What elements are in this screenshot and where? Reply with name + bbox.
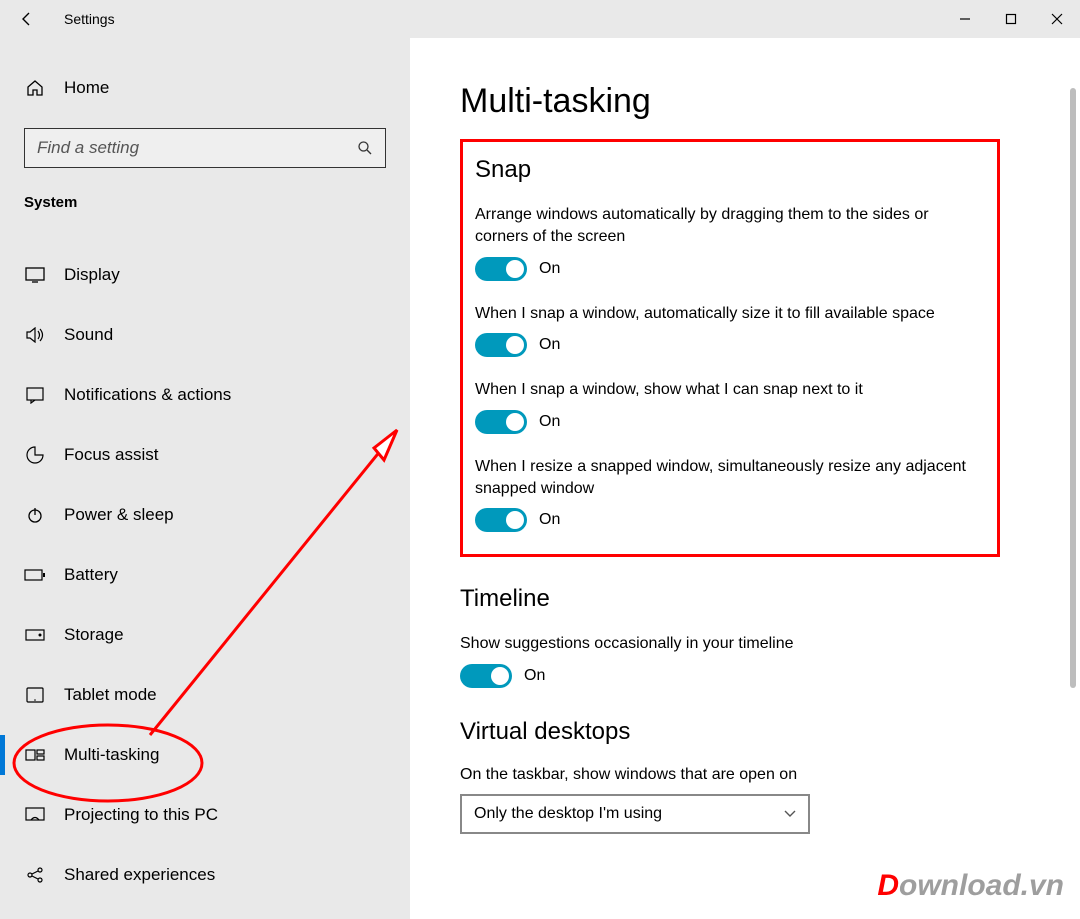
snap-toggle-2[interactable] bbox=[475, 410, 527, 434]
nav-label: Notifications & actions bbox=[64, 385, 231, 405]
nav-label: Power & sleep bbox=[64, 505, 174, 525]
snap-desc-3: When I resize a snapped window, simultan… bbox=[475, 456, 985, 501]
nav-label: Shared experiences bbox=[64, 865, 215, 885]
nav-notifications[interactable]: Notifications & actions bbox=[0, 365, 410, 425]
nav-storage[interactable]: Storage bbox=[0, 605, 410, 665]
nav-label: Multi-tasking bbox=[64, 745, 159, 765]
notifications-icon bbox=[24, 386, 46, 404]
snap-setting-0: Arrange windows automatically by draggin… bbox=[475, 204, 985, 281]
display-icon bbox=[24, 267, 46, 283]
section-label: System bbox=[0, 194, 410, 211]
timeline-toggle-label: On bbox=[524, 667, 545, 685]
snap-section-highlight: Snap Arrange windows automatically by dr… bbox=[460, 139, 1000, 557]
content-pane: Multi-tasking Snap Arrange windows autom… bbox=[410, 38, 1080, 919]
snap-desc-1: When I snap a window, automatically size… bbox=[475, 303, 985, 325]
projecting-icon bbox=[24, 807, 46, 823]
page-title: Multi-tasking bbox=[460, 82, 1000, 121]
power-icon bbox=[24, 506, 46, 524]
nav-focus-assist[interactable]: Focus assist bbox=[0, 425, 410, 485]
nav-label: Battery bbox=[64, 565, 118, 585]
nav-label: Tablet mode bbox=[64, 685, 157, 705]
home-button[interactable]: Home bbox=[0, 66, 410, 110]
watermark: Download.vn bbox=[877, 869, 1064, 903]
search-input-wrapper[interactable] bbox=[24, 128, 386, 168]
snap-toggle-0[interactable] bbox=[475, 257, 527, 281]
vd-label: On the taskbar, show windows that are op… bbox=[460, 766, 1000, 784]
sidebar: Home System Display Sound bbox=[0, 38, 410, 919]
nav-label: Display bbox=[64, 265, 120, 285]
watermark-rest: ownload.vn bbox=[899, 869, 1064, 902]
search-input[interactable] bbox=[37, 138, 357, 158]
storage-icon bbox=[24, 628, 46, 642]
snap-toggle-label-0: On bbox=[539, 260, 560, 278]
home-label: Home bbox=[64, 78, 109, 98]
timeline-heading: Timeline bbox=[460, 585, 1000, 613]
snap-setting-1: When I snap a window, automatically size… bbox=[475, 303, 985, 357]
vd-heading: Virtual desktops bbox=[460, 718, 1000, 746]
vd-selected: Only the desktop I'm using bbox=[474, 805, 784, 823]
home-icon bbox=[24, 78, 46, 98]
nav-label: Sound bbox=[64, 325, 113, 345]
timeline-desc: Show suggestions occasionally in your ti… bbox=[460, 633, 1000, 655]
battery-icon bbox=[24, 568, 46, 582]
snap-setting-3: When I resize a snapped window, simultan… bbox=[475, 456, 985, 533]
watermark-d: D bbox=[877, 869, 899, 902]
snap-desc-0: Arrange windows automatically by draggin… bbox=[475, 204, 985, 249]
nav-multi-tasking[interactable]: Multi-tasking bbox=[0, 725, 410, 785]
vd-dropdown[interactable]: Only the desktop I'm using bbox=[460, 794, 810, 834]
sound-icon bbox=[24, 327, 46, 343]
chevron-down-icon bbox=[784, 810, 796, 818]
virtual-desktops-section: Virtual desktops On the taskbar, show wi… bbox=[460, 718, 1000, 834]
nav-display[interactable]: Display bbox=[0, 245, 410, 305]
snap-toggle-label-2: On bbox=[539, 413, 560, 431]
snap-toggle-1[interactable] bbox=[475, 333, 527, 357]
shared-icon bbox=[24, 866, 46, 884]
scrollbar-thumb[interactable] bbox=[1070, 88, 1076, 688]
nav-tablet-mode[interactable]: Tablet mode bbox=[0, 665, 410, 725]
snap-desc-2: When I snap a window, show what I can sn… bbox=[475, 379, 985, 401]
titlebar: Settings bbox=[0, 0, 1080, 38]
nav-label: Projecting to this PC bbox=[64, 805, 218, 825]
nav-power-sleep[interactable]: Power & sleep bbox=[0, 485, 410, 545]
nav-battery[interactable]: Battery bbox=[0, 545, 410, 605]
nav-label: Storage bbox=[64, 625, 124, 645]
snap-toggle-label-1: On bbox=[539, 336, 560, 354]
window-controls bbox=[942, 3, 1080, 35]
nav-shared-experiences[interactable]: Shared experiences bbox=[0, 845, 410, 905]
snap-toggle-3[interactable] bbox=[475, 508, 527, 532]
maximize-button[interactable] bbox=[988, 3, 1034, 35]
search-icon bbox=[357, 140, 373, 156]
nav-sound[interactable]: Sound bbox=[0, 305, 410, 365]
nav-label: Focus assist bbox=[64, 445, 158, 465]
multitasking-icon bbox=[24, 747, 46, 763]
app-title: Settings bbox=[64, 11, 115, 27]
minimize-button[interactable] bbox=[942, 3, 988, 35]
focus-assist-icon bbox=[24, 446, 46, 464]
close-button[interactable] bbox=[1034, 3, 1080, 35]
timeline-section: Timeline Show suggestions occasionally i… bbox=[460, 585, 1000, 687]
tablet-icon bbox=[24, 687, 46, 703]
timeline-toggle[interactable] bbox=[460, 664, 512, 688]
nav-list: Display Sound Notifications & actions Fo… bbox=[0, 245, 410, 905]
timeline-setting: Show suggestions occasionally in your ti… bbox=[460, 633, 1000, 687]
snap-heading: Snap bbox=[475, 156, 985, 184]
nav-projecting[interactable]: Projecting to this PC bbox=[0, 785, 410, 845]
snap-setting-2: When I snap a window, show what I can sn… bbox=[475, 379, 985, 433]
snap-toggle-label-3: On bbox=[539, 511, 560, 529]
back-button[interactable] bbox=[10, 2, 44, 36]
